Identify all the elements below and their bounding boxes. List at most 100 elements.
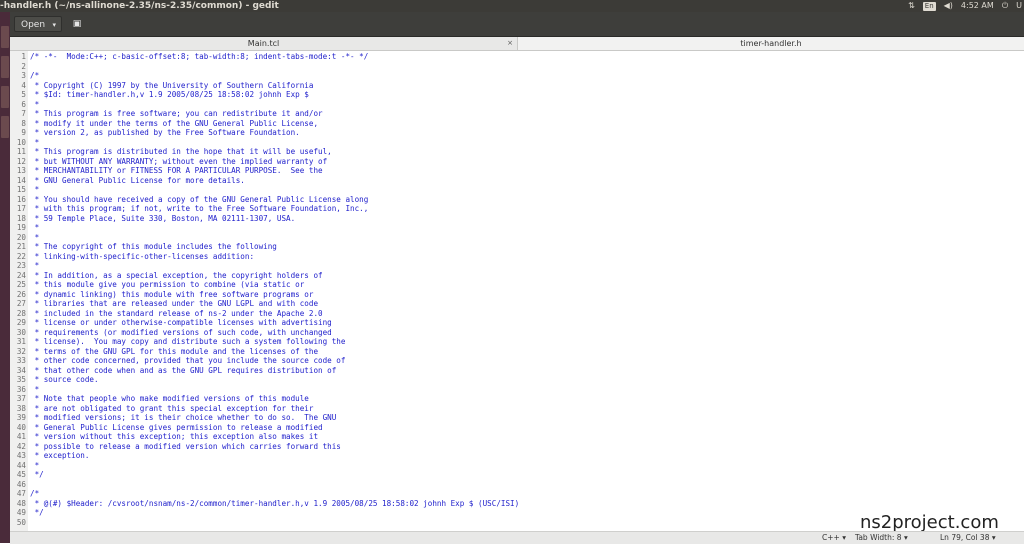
code-line[interactable]: * modified versions; it is their choice … [30,413,337,423]
line-number: 26 [16,289,26,299]
code-line[interactable]: /* [30,71,39,81]
code-line[interactable]: * are not obligated to grant this specia… [30,404,314,414]
line-number: 19 [16,223,26,232]
code-line[interactable]: * terms of the GNU GPL for this module a… [30,347,318,357]
launcher-app-icon[interactable] [1,26,9,48]
code-line[interactable]: * Note that people who make modified ver… [30,394,309,404]
code-line[interactable]: * source code. [30,375,99,385]
line-number: 16 [16,194,26,204]
cursor-position[interactable]: Ln 79, Col 38 ▾ [940,532,996,544]
chevron-down-icon: ▾ [52,21,56,29]
tab-width-selector[interactable]: Tab Width: 8 ▾ [855,532,908,544]
line-number: 48 [16,498,26,508]
code-line[interactable]: * Copyright (C) 1997 by the University o… [30,81,314,91]
line-number: 13 [16,166,26,175]
launcher [0,12,10,543]
code-line[interactable]: * MERCHANTABILITY or FITNESS FOR A PARTI… [30,166,323,176]
code-line[interactable]: * [30,138,40,148]
line-number: 46 [16,479,26,489]
code-line[interactable]: * General Public License gives permissio… [30,423,323,433]
code-line[interactable]: * [30,223,40,233]
code-line[interactable]: * version without this exception; this e… [30,432,318,442]
code-line[interactable]: * included in the standard release of ns… [30,309,323,319]
code-line[interactable]: * [30,100,40,110]
code-line[interactable]: * dynamic linking) this module with free… [30,290,314,300]
line-number: 33 [16,356,26,365]
line-number: 1 [21,52,26,61]
code-line[interactable]: * [30,385,40,395]
code-line[interactable]: * 59 Temple Place, Suite 330, Boston, MA… [30,214,296,224]
code-line[interactable]: * that other code when and as the GNU GP… [30,366,337,376]
session-icon[interactable]: ⏻ [1002,0,1008,12]
line-number: 21 [16,242,26,251]
line-number: 50 [16,517,26,527]
code-line[interactable]: */ [30,508,44,518]
transfer-icon[interactable]: ⇅ [908,0,915,12]
volume-icon[interactable]: ◀) [944,0,953,12]
launcher-app-icon[interactable] [1,116,9,138]
code-line[interactable]: * This program is distributed in the hop… [30,147,332,157]
save-icon[interactable]: ▣ [68,16,86,32]
code-line[interactable]: * license). You may copy and distribute … [30,337,346,347]
code-line[interactable]: * requirements (or modified versions of … [30,328,332,338]
code-line[interactable]: */ [30,470,44,480]
code-line[interactable]: * possible to release a modified version… [30,442,341,452]
tab-label: Main.tcl [247,39,280,48]
code-line[interactable]: * GNU General Public License for more de… [30,176,245,186]
code-line[interactable]: * other code concerned, provided that yo… [30,356,346,366]
line-number: 36 [16,384,26,394]
code-line[interactable]: /* -*- Mode:C++; c-basic-offset:8; tab-w… [30,52,368,62]
code-line[interactable]: * this module give you permission to com… [30,280,305,290]
line-number: 47 [16,489,26,498]
line-number: 35 [16,375,26,384]
code-line[interactable]: * exception. [30,451,90,461]
code-line[interactable]: * with this program; if not, write to th… [30,204,369,214]
line-number: 42 [16,441,26,451]
keyboard-layout-indicator[interactable]: En [922,1,936,11]
tab-width-label: Tab Width: 8 [855,533,902,542]
close-icon[interactable]: × [507,37,513,50]
line-number: 49 [16,508,26,517]
window-title: -handler.h (~/ns-allinone-2.35/ns-2.35/c… [0,1,279,11]
line-number: 12 [16,156,26,166]
open-button[interactable]: Open ▾ [14,16,62,32]
code-line[interactable]: * libraries that are released under the … [30,299,318,309]
language-label: C++ [822,533,840,542]
line-number: 10 [16,137,26,147]
code-line[interactable]: * version 2, as published by the Free So… [30,128,300,138]
clock[interactable]: 4:52 AM [961,0,994,12]
code-line[interactable]: * $Id: timer-handler.h,v 1.9 2005/08/25 … [30,90,309,100]
tab-main-tcl[interactable]: Main.tcl × [10,37,518,50]
code-line[interactable]: * linking-with-specific-other-licenses a… [30,252,254,262]
code-line[interactable]: * [30,185,40,195]
editor-toolbar: Open ▾ ▣ [10,12,1024,37]
code-line[interactable]: * license or under otherwise-compatible … [30,318,332,328]
cursor-position-label: Ln 79, Col 38 [940,533,990,542]
code-line[interactable]: * [30,233,40,243]
chevron-down-icon: ▾ [991,533,996,542]
user-indicator[interactable]: U [1016,0,1022,12]
line-number: 8 [21,118,26,128]
code-line[interactable]: * [30,261,40,271]
launcher-app-icon[interactable] [1,86,9,108]
code-line[interactable]: * @(#) $Header: /cvsroot/nsnam/ns-2/comm… [30,499,520,509]
code-line[interactable]: * The copyright of this module includes … [30,242,277,252]
language-selector[interactable]: C++ ▾ [822,532,846,544]
line-number: 9 [21,128,26,137]
top-panel: -handler.h (~/ns-allinone-2.35/ns-2.35/c… [0,0,1024,12]
launcher-app-icon[interactable] [1,56,9,78]
code-line[interactable]: * In addition, as a special exception, t… [30,271,323,281]
line-number: 17 [16,204,26,213]
code-line[interactable]: * modify it under the terms of the GNU G… [30,119,318,129]
code-line[interactable]: * This program is free software; you can… [30,109,323,119]
line-number: 18 [16,213,26,223]
code-line[interactable]: * but WITHOUT ANY WARRANTY; without even… [30,157,328,167]
line-number: 40 [16,422,26,432]
code-line[interactable]: * You should have received a copy of the… [30,195,369,205]
line-number: 23 [16,261,26,270]
tab-timer-handler-h[interactable]: timer-handler.h [518,37,1024,50]
line-number: 43 [16,451,26,460]
code-line[interactable]: * [30,461,40,471]
code-line[interactable]: /* [30,489,39,499]
text-editor[interactable]: 1 /* -*- Mode:C++; c-basic-offset:8; tab-… [10,51,1024,531]
